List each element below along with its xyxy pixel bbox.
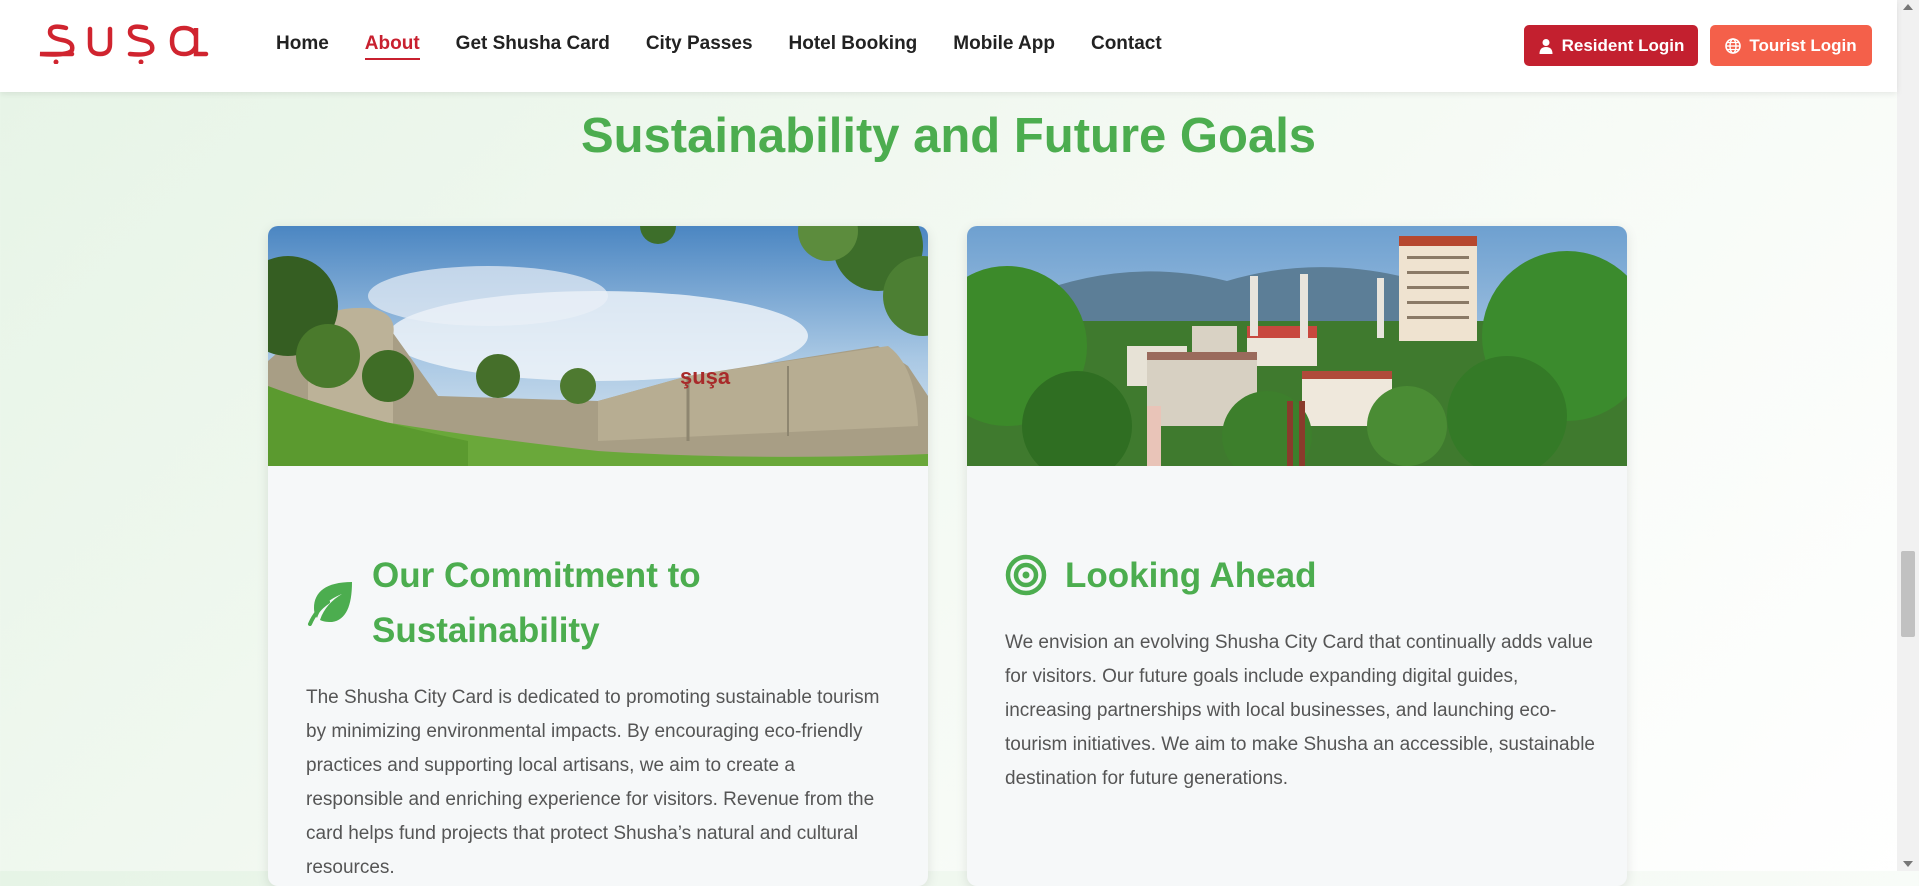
scrollbar-thumb[interactable] (1901, 551, 1915, 637)
scroll-down-arrow-icon[interactable] (1903, 861, 1913, 867)
nav-home[interactable]: Home (276, 32, 329, 60)
resident-login-button[interactable]: Resident Login (1524, 25, 1698, 66)
sustainability-heading: Our Commitment to Sustainability (306, 548, 866, 658)
tourist-login-button[interactable]: Tourist Login (1710, 25, 1872, 66)
tourist-login-label: Tourist Login (1749, 35, 1857, 55)
section-title: Sustainability and Future Goals (580, 109, 1317, 163)
svg-text:şuşa: şuşa (680, 364, 731, 389)
looking-ahead-text: We envision an evolving Shusha City Card… (1005, 632, 1595, 789)
sustainability-card: şuşa Our Commitment to Sustainability Th… (268, 226, 928, 886)
site-header: Home About Get Shusha Card City Passes H… (0, 0, 1897, 92)
nav-about[interactable]: About (364, 32, 420, 60)
bullseye-icon (1005, 554, 1047, 596)
sustainability-title: Our Commitment to Sustainability (372, 556, 701, 650)
looking-ahead-heading: Looking Ahead (1005, 548, 1585, 603)
user-icon (1539, 38, 1553, 54)
city-photo (967, 226, 1627, 466)
nav-hotel-booking[interactable]: Hotel Booking (789, 32, 918, 60)
fortress-photo: şuşa (268, 226, 928, 466)
sustainability-text: The Shusha City Card is dedicated to pro… (306, 687, 880, 878)
looking-ahead-card: Looking Ahead We envision an evolving Sh… (967, 226, 1627, 886)
leaf-icon (308, 582, 352, 626)
main-nav: Home About Get Shusha Card City Passes H… (276, 32, 1198, 60)
page-scrollbar[interactable] (1897, 0, 1919, 871)
site-logo[interactable] (38, 14, 213, 65)
looking-ahead-title: Looking Ahead (1065, 556, 1317, 595)
scroll-up-arrow-icon[interactable] (1903, 4, 1913, 10)
nav-get-shusha-card[interactable]: Get Shusha Card (456, 32, 610, 60)
globe-icon (1725, 37, 1742, 54)
nav-city-passes[interactable]: City Passes (646, 32, 753, 60)
nav-contact[interactable]: Contact (1091, 32, 1162, 60)
nav-mobile-app[interactable]: Mobile App (953, 32, 1055, 60)
resident-login-label: Resident Login (1561, 35, 1685, 55)
